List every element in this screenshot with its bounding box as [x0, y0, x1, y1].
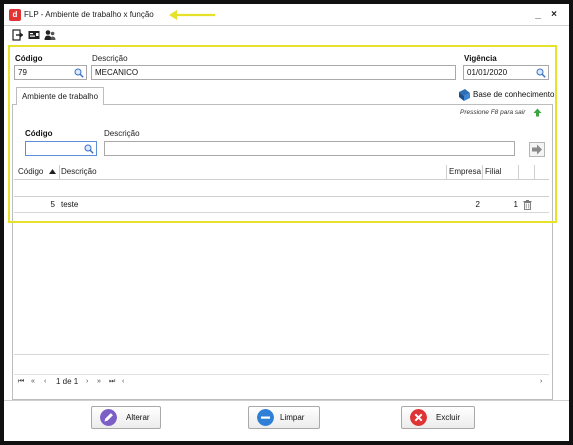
action-bar: Alterar Limpar Excluir	[4, 400, 569, 441]
annotation-arrow-icon	[169, 10, 215, 20]
app-logo-icon: d	[9, 9, 21, 21]
next-page-icon[interactable]: ›	[86, 378, 88, 385]
delete-x-icon	[410, 409, 427, 426]
limpar-button[interactable]: Limpar	[248, 406, 320, 429]
alterar-button[interactable]: Alterar	[91, 406, 161, 429]
exit-icon[interactable]	[12, 29, 24, 41]
prev-fast-icon[interactable]: «	[31, 378, 35, 385]
last-page-icon[interactable]: ⏭	[109, 378, 115, 386]
edit-icon	[100, 409, 117, 426]
annotation-highlight-box	[8, 45, 557, 223]
next-fast-icon[interactable]: »	[97, 378, 101, 385]
scroll-right-icon[interactable]: ›	[540, 378, 542, 385]
excluir-label: Excluir	[436, 413, 461, 422]
toolbar	[4, 26, 569, 44]
minus-circle-icon	[257, 409, 274, 426]
excluir-button[interactable]: Excluir	[401, 406, 475, 429]
prev-page-icon[interactable]: ‹	[44, 378, 46, 385]
first-page-icon[interactable]: ⏮	[18, 378, 24, 386]
window-title: FLP - Ambiente de trabalho x função	[24, 10, 154, 19]
scroll-left-icon[interactable]: ‹	[122, 378, 124, 385]
card-icon[interactable]	[28, 29, 40, 41]
grid-bottom-divider	[14, 354, 549, 355]
users-icon[interactable]	[44, 29, 56, 41]
alterar-label: Alterar	[126, 413, 150, 422]
minimize-button[interactable]: _	[531, 8, 545, 22]
pagination-bar: ⏮ « ‹ 1 de 1 › » ⏭ ‹ ›	[14, 374, 549, 388]
page-indicator: 1 de 1	[56, 377, 79, 386]
close-button[interactable]: ×	[547, 8, 561, 22]
limpar-label: Limpar	[280, 413, 305, 422]
title-bar: d FLP - Ambiente de trabalho x função _ …	[4, 4, 569, 26]
